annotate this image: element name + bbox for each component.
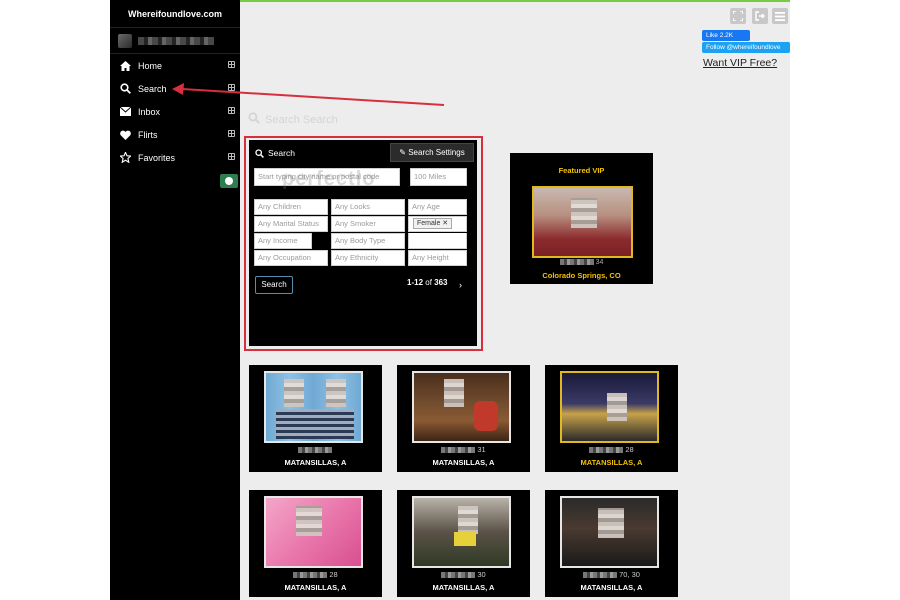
right-margin [790,0,900,600]
top-accent-line [240,0,790,2]
profile-age: 28 [329,570,338,579]
blurred-face [598,508,624,538]
search-icon [248,112,260,127]
profile-name: 31 [397,445,530,454]
blurred-username [138,36,214,45]
blurred-face [444,379,464,407]
sidebar-item-home[interactable]: Home [110,54,240,77]
profile-location: MATANSILLAS, A [284,583,347,592]
expand-icon[interactable] [228,130,235,137]
blurred-face [296,506,322,536]
profile-name: 30 [397,570,530,579]
profile-location: MATANSILLAS, A [580,583,643,592]
profile-photo[interactable] [412,496,511,568]
featured-location: Colorado Springs, CO [542,271,621,280]
expand-icon[interactable] [228,153,235,160]
featured-name: 34 [510,259,653,266]
expand-icon[interactable] [228,61,235,68]
featured-profile-photo[interactable] [532,186,633,258]
search-heading: Search Search [248,112,338,127]
sidebar-item-label: Favorites [138,152,176,163]
red-shirt [474,401,498,431]
blurred-name [293,572,328,579]
expand-icon[interactable] [228,84,235,91]
sidebar-item-search[interactable]: Search [110,77,240,100]
sidebar-item-label: Home [138,60,163,71]
profile-name: 28 [545,445,678,454]
blurred-face [326,379,346,407]
logout-icon[interactable] [752,8,768,24]
blurred-name [441,572,476,579]
search-heading-text: Search Search [265,113,338,126]
yellow-top [454,532,476,546]
home-icon [119,60,131,72]
profile-location: MATANSILLAS, A [580,458,643,467]
blurred-name [589,447,624,454]
menu-icon[interactable] [772,8,788,24]
blurred-face [458,506,478,534]
brand-title[interactable]: Whereifoundlove.com [110,0,240,28]
blurred-face [284,379,304,407]
blurred-face [607,393,627,421]
featured-vip-card[interactable]: Featured VIP 34 Colorado Springs, CO [510,153,653,284]
striped-dress [276,409,354,439]
profile-name: 70, 30 [545,570,678,579]
profile-age: 30 [477,570,486,579]
profile-card[interactable]: 30 MATANSILLAS, A [397,490,530,597]
profile-card[interactable]: 28 MATANSILLAS, A [249,490,382,597]
profile-card[interactable]: 31 MATANSILLAS, A [397,365,530,472]
blurred-name [583,572,618,579]
profile-card[interactable]: 70, 30 MATANSILLAS, A [545,490,678,597]
featured-age: 34 [595,259,604,266]
profile-age: 70, 30 [619,570,640,579]
profile-name: 28 [249,570,382,579]
sidebar-item-favorites[interactable]: Favorites [110,146,240,169]
profile-photo[interactable] [412,371,511,443]
watermark: perfectlo [282,168,376,190]
blurred-face [571,198,597,228]
star-icon [119,152,131,164]
fullscreen-icon[interactable] [730,8,746,24]
profile-location: MATANSILLAS, A [284,458,347,467]
profile-age: 28 [625,445,634,454]
blurred-name [559,259,594,266]
chat-toggle-icon[interactable] [220,174,238,188]
facebook-like-button[interactable]: Like 2.2K [702,30,750,41]
sidebar-item-label: Search [138,83,167,94]
profile-name [249,445,382,454]
profile-location: MATANSILLAS, A [432,458,495,467]
sidebar-item-inbox[interactable]: Inbox [110,100,240,123]
sidebar-item-flirts[interactable]: Flirts [110,123,240,146]
profile-location: MATANSILLAS, A [432,583,495,592]
twitter-follow-button[interactable]: Follow @whereifoundlove [702,42,790,53]
blurred-name [297,447,332,454]
profile-card[interactable]: 28 MATANSILLAS, A [545,365,678,472]
profile-photo[interactable] [264,371,363,443]
page: Whereifoundlove.com Home Search Inbox Fl… [0,0,900,600]
avatar [118,33,132,48]
inbox-icon [119,106,131,118]
profile-photo[interactable] [264,496,363,568]
expand-icon[interactable] [228,107,235,114]
sidebar-item-label: Flirts [138,129,158,140]
want-vip-free-link[interactable]: Want VIP Free? [703,57,777,69]
sidebar-item-label: Inbox [138,106,161,117]
profile-photo[interactable] [560,496,659,568]
profile-card[interactable]: MATANSILLAS, A [249,365,382,472]
user-profile[interactable] [110,28,240,54]
sidebar: Whereifoundlove.com Home Search Inbox Fl… [110,0,240,600]
featured-vip-label: Featured VIP [558,166,605,175]
heart-icon [119,129,131,141]
profile-age: 31 [477,445,486,454]
blurred-name [441,447,476,454]
search-icon [119,83,131,95]
profile-photo[interactable] [560,371,659,443]
